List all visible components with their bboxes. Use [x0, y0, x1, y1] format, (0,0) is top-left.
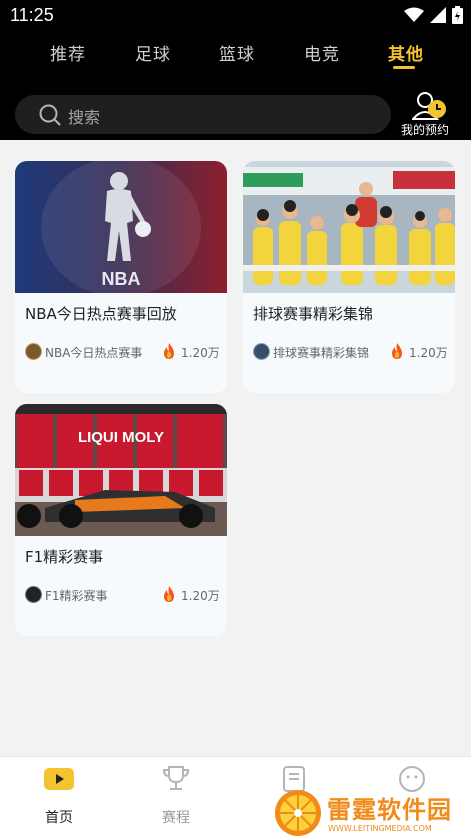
nav-home-label: 首页 — [45, 810, 73, 826]
thumbnail-text: NBA — [102, 269, 141, 289]
avatar — [253, 343, 270, 360]
nav-schedule-label: 赛程 — [162, 810, 190, 826]
search-placeholder: 搜索 — [68, 108, 101, 127]
video-card[interactable]: LIQUI MOLY F1精彩赛事 F1精彩赛事 1.20万 — [15, 404, 227, 636]
video-card-title: 排球赛事精彩集锦 — [253, 305, 374, 323]
video-card[interactable]: 排球赛事精彩集锦 排球赛事精彩集锦 1.20万 — [243, 161, 455, 393]
search-input[interactable]: 搜索 — [15, 95, 391, 134]
video-card-meta: NBA今日热点赛事 1.20万 — [25, 343, 221, 361]
top-header: 11:25 推荐 足球 篮球 电竞 其他 搜索 我的预约 — [0, 0, 471, 140]
video-card-author: F1精彩赛事 — [45, 589, 108, 603]
watermark-title: 雷霆软件园 — [327, 796, 452, 824]
my-reservation-button[interactable]: 我的预约 — [398, 89, 460, 137]
video-card-author: NBA今日热点赛事 — [45, 346, 143, 360]
watermark-orange-logo — [275, 790, 321, 836]
watermark: 雷霆软件园 WWW.LEITINGMEDIA.COM — [272, 786, 471, 839]
nav-home[interactable]: 首页 — [29, 765, 89, 826]
tab-other[interactable]: 其他 — [388, 40, 424, 65]
video-card-meta: 排球赛事精彩集锦 1.20万 — [253, 343, 449, 361]
thumbnail-text: LIQUI MOLY — [78, 429, 164, 446]
video-thumbnail-f1: LIQUI MOLY — [15, 404, 227, 536]
status-icons — [404, 6, 463, 24]
trophy-icon — [162, 766, 190, 790]
active-tab-indicator — [393, 66, 415, 69]
video-card-views: 1.20万 — [181, 589, 220, 603]
fire-icon — [164, 586, 174, 602]
category-tabs: 推荐 足球 篮球 电竞 其他 — [0, 36, 471, 76]
reservation-user-clock-icon — [412, 92, 446, 120]
avatar — [25, 343, 42, 360]
video-thumbnail-nba: NBA — [15, 161, 227, 293]
video-card-views: 1.20万 — [181, 346, 220, 360]
fire-icon — [164, 343, 174, 359]
tab-recommend[interactable]: 推荐 — [50, 40, 86, 65]
status-time: 11:25 — [10, 5, 54, 25]
battery-icon — [452, 6, 463, 24]
video-card[interactable]: NBA NBA今日热点赛事回放 NBA今日热点赛事 1.20万 — [15, 161, 227, 393]
fire-icon — [392, 343, 402, 359]
status-bar: 11:25 — [0, 0, 471, 32]
tab-esports[interactable]: 电竞 — [304, 40, 340, 65]
video-card-title: F1精彩赛事 — [25, 548, 104, 566]
video-card-title: NBA今日热点赛事回放 — [25, 305, 177, 323]
tab-basketball[interactable]: 篮球 — [219, 40, 255, 65]
video-card-author: 排球赛事精彩集锦 — [273, 346, 370, 360]
search-icon — [39, 104, 61, 126]
video-thumbnail-volleyball — [243, 161, 455, 293]
nav-schedule[interactable]: 赛程 — [146, 765, 206, 826]
reservation-label: 我的预约 — [401, 123, 450, 137]
watermark-url: WWW.LEITINGMEDIA.COM — [328, 824, 432, 833]
video-card-meta: F1精彩赛事 1.20万 — [25, 586, 221, 604]
avatar — [25, 586, 42, 603]
video-card-views: 1.20万 — [409, 346, 448, 360]
home-play-icon — [44, 768, 74, 790]
signal-icon — [430, 7, 446, 23]
tab-football[interactable]: 足球 — [135, 40, 171, 65]
wifi-icon — [404, 7, 424, 22]
